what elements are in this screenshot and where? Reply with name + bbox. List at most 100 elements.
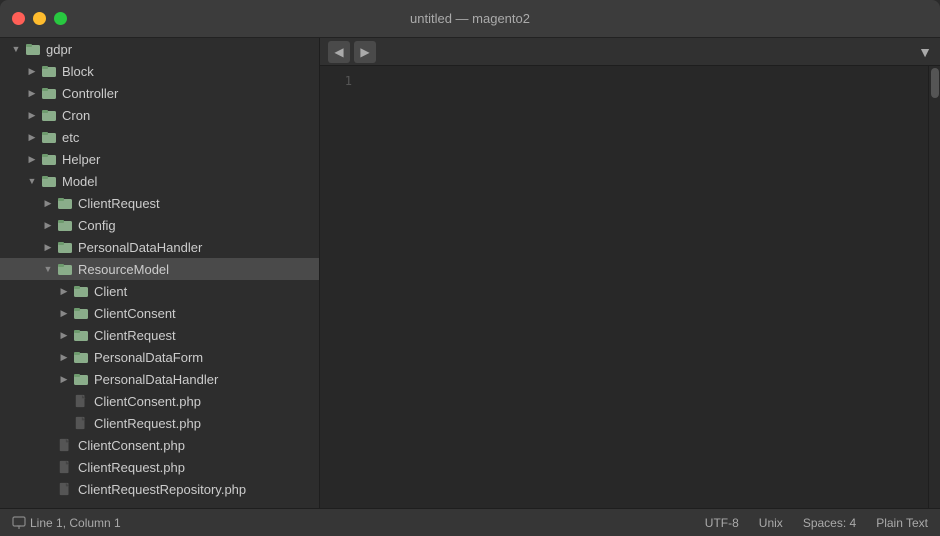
folder-icon: [56, 260, 74, 278]
status-position: Line 1, Column 1: [30, 516, 121, 530]
sidebar-item-personaldatahandler1[interactable]: PersonalDataHandler: [0, 236, 319, 258]
arrow-icon: [24, 63, 40, 79]
sidebar-item-label: ClientRequestRepository.php: [78, 482, 246, 497]
monitor-icon: [12, 516, 26, 530]
folder-icon: [72, 370, 90, 388]
sidebar-item-label: PersonalDataForm: [94, 350, 203, 365]
sidebar-item-personaldatahandler2[interactable]: PersonalDataHandler: [0, 368, 319, 390]
sidebar-item-clientrequest2[interactable]: ClientRequest: [0, 324, 319, 346]
sidebar-item-label: Block: [62, 64, 94, 79]
folder-icon: [72, 348, 90, 366]
folder-icon: [56, 238, 74, 256]
folder-icon: [40, 150, 58, 168]
minimize-button[interactable]: [33, 12, 46, 25]
editor-content: 1: [320, 66, 940, 508]
sidebar-item-clientrequest1[interactable]: ClientRequest: [0, 192, 319, 214]
sidebar-item-label: ClientConsent.php: [94, 394, 201, 409]
sidebar-item-model[interactable]: Model: [0, 170, 319, 192]
sidebar-item-label: ClientRequest.php: [78, 460, 185, 475]
editor-scrollbar[interactable]: [928, 66, 940, 508]
sidebar-item-clientconsent-php1[interactable]: ClientConsent.php: [0, 390, 319, 412]
sidebar-item-etc[interactable]: etc: [0, 126, 319, 148]
arrow-icon: [56, 349, 72, 365]
sidebar-item-clientrequest-php1[interactable]: ClientRequest.php: [0, 412, 319, 434]
sidebar-item-clientrequest-php2[interactable]: ClientRequest.php: [0, 456, 319, 478]
file-icon: [56, 480, 74, 498]
sidebar-item-controller[interactable]: Controller: [0, 82, 319, 104]
sidebar-item-helper[interactable]: Helper: [0, 148, 319, 170]
status-indentation[interactable]: Spaces: 4: [803, 516, 856, 530]
arrow-icon: [8, 41, 24, 57]
sidebar-item-label: etc: [62, 130, 79, 145]
sidebar-item-label: ClientConsent: [94, 306, 176, 321]
sidebar-item-label: Cron: [62, 108, 90, 123]
arrow-icon: [40, 261, 56, 277]
arrow-icon: [24, 85, 40, 101]
sidebar-item-label: ClientConsent.php: [78, 438, 185, 453]
maximize-button[interactable]: [54, 12, 67, 25]
sidebar-item-label: PersonalDataHandler: [94, 372, 218, 387]
arrow-icon: [40, 239, 56, 255]
folder-icon: [40, 106, 58, 124]
folder-icon: [40, 62, 58, 80]
sidebar-item-cron[interactable]: Cron: [0, 104, 319, 126]
scrollbar-thumb: [931, 68, 939, 98]
sidebar-item-personaldataform[interactable]: PersonalDataForm: [0, 346, 319, 368]
arrow-icon: [24, 129, 40, 145]
arrow-icon: [40, 195, 56, 211]
sidebar-item-label: Helper: [62, 152, 100, 167]
sidebar-item-gdpr[interactable]: gdpr: [0, 38, 319, 60]
sidebar[interactable]: gdpr Block Controller: [0, 38, 320, 508]
sidebar-item-label: Model: [62, 174, 97, 189]
code-area[interactable]: [360, 66, 928, 508]
status-encoding[interactable]: UTF-8: [705, 516, 739, 530]
status-line-ending[interactable]: Unix: [759, 516, 783, 530]
file-icon: [72, 392, 90, 410]
sidebar-item-label: gdpr: [46, 42, 72, 57]
sidebar-item-label: ClientRequest: [94, 328, 176, 343]
sidebar-item-clientconsent[interactable]: ClientConsent: [0, 302, 319, 324]
sidebar-item-label: ClientRequest.php: [94, 416, 201, 431]
sidebar-item-resourcemodel[interactable]: ResourceModel: [0, 258, 319, 280]
titlebar-buttons: [12, 12, 67, 25]
editor-toolbar: ◀ ▶ ▼: [320, 38, 940, 66]
sidebar-item-label: Client: [94, 284, 127, 299]
folder-icon: [56, 194, 74, 212]
file-icon: [72, 414, 90, 432]
folder-icon: [56, 216, 74, 234]
folder-icon: [72, 304, 90, 322]
arrow-icon: [24, 107, 40, 123]
folder-icon: [72, 282, 90, 300]
window-title: untitled — magento2: [410, 11, 530, 26]
titlebar: untitled — magento2: [0, 0, 940, 38]
line-numbers: 1: [320, 66, 360, 508]
dropdown-arrow-icon[interactable]: ▼: [918, 44, 932, 60]
arrow-icon: [56, 327, 72, 343]
arrow-icon: [56, 305, 72, 321]
sidebar-item-block[interactable]: Block: [0, 60, 319, 82]
file-icon: [56, 458, 74, 476]
sidebar-item-label: Controller: [62, 86, 118, 101]
sidebar-item-label: ClientRequest: [78, 196, 160, 211]
status-syntax[interactable]: Plain Text: [876, 516, 928, 530]
sidebar-item-clientrequestrepo-php[interactable]: ClientRequestRepository.php: [0, 478, 319, 500]
statusbar: Line 1, Column 1 UTF-8 Unix Spaces: 4 Pl…: [0, 508, 940, 536]
window: untitled — magento2 gdpr Block: [0, 0, 940, 536]
close-button[interactable]: [12, 12, 25, 25]
status-monitor: Line 1, Column 1: [12, 516, 121, 530]
sidebar-item-client[interactable]: Client: [0, 280, 319, 302]
file-icon: [56, 436, 74, 454]
next-button[interactable]: ▶: [354, 41, 376, 63]
arrow-icon: [40, 217, 56, 233]
folder-icon: [40, 84, 58, 102]
arrow-icon: [56, 283, 72, 299]
arrow-icon: [24, 151, 40, 167]
folder-icon: [24, 40, 42, 58]
folder-icon: [40, 128, 58, 146]
sidebar-item-config[interactable]: Config: [0, 214, 319, 236]
sidebar-item-clientconsent-php2[interactable]: ClientConsent.php: [0, 434, 319, 456]
arrow-icon: [24, 173, 40, 189]
sidebar-item-label: Config: [78, 218, 116, 233]
main-area: gdpr Block Controller: [0, 38, 940, 508]
prev-button[interactable]: ◀: [328, 41, 350, 63]
